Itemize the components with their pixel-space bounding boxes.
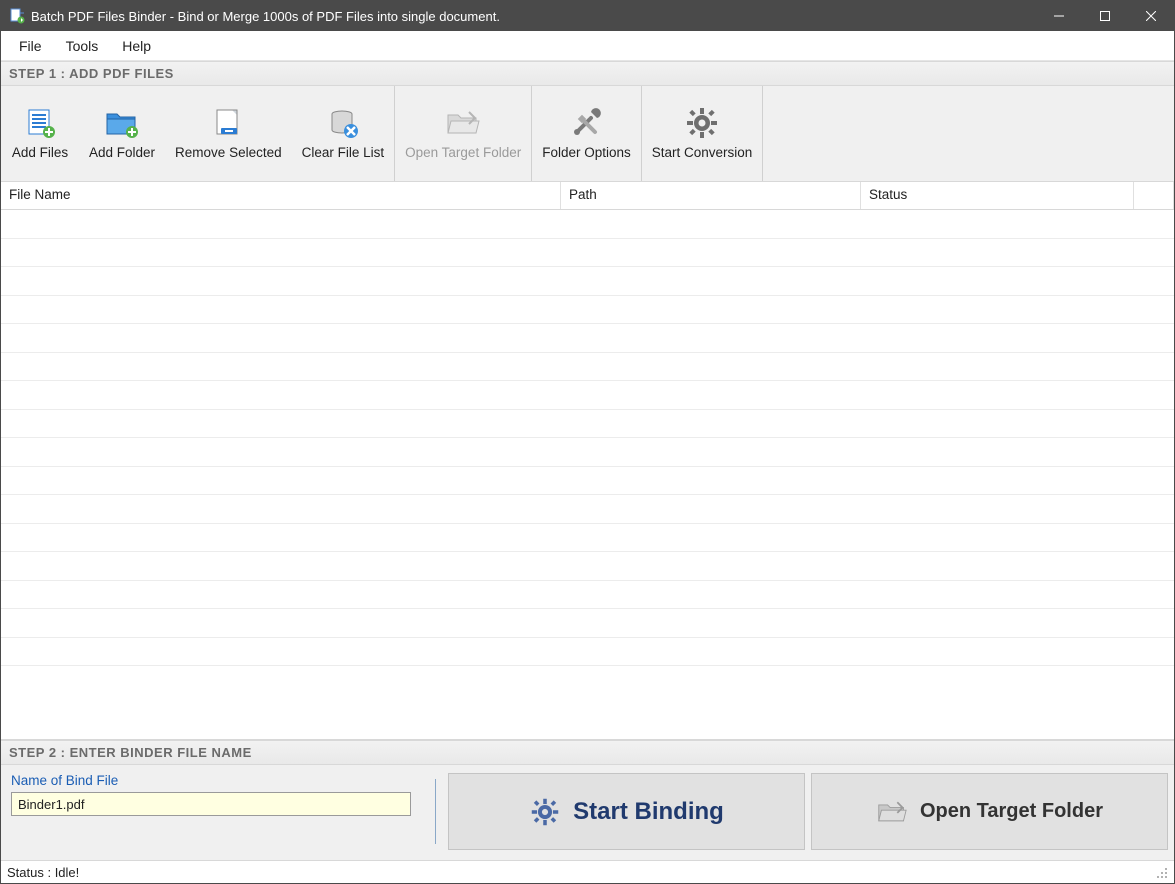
start-binding-label: Start Binding (573, 798, 724, 826)
step1-header: STEP 1 : ADD PDF FILES (1, 61, 1174, 86)
menubar: File Tools Help (1, 31, 1174, 61)
table-row (1, 410, 1174, 439)
toolbar-group-target: Open Target Folder (395, 86, 532, 181)
app-window: Batch PDF Files Binder - Bind or Merge 1… (0, 0, 1175, 884)
table-row (1, 353, 1174, 382)
bind-name-label: Name of Bind File (11, 773, 419, 788)
folder-options-label: Folder Options (542, 145, 631, 160)
table-row (1, 467, 1174, 496)
add-files-icon (22, 105, 58, 141)
open-target-folder-button[interactable]: Open Target Folder (395, 86, 531, 181)
table-row (1, 239, 1174, 268)
table-row (1, 296, 1174, 325)
table-row (1, 638, 1174, 667)
start-conversion-button[interactable]: Start Conversion (642, 86, 763, 181)
step2-header: STEP 2 : ENTER BINDER FILE NAME (1, 740, 1174, 765)
column-path[interactable]: Path (561, 182, 861, 209)
toolbar-group-options: Folder Options (532, 86, 642, 181)
minimize-icon (1054, 11, 1064, 21)
table-row (1, 609, 1174, 638)
open-folder-icon (445, 105, 481, 141)
open-target-folder-big-label: Open Target Folder (920, 800, 1103, 823)
tools-icon (568, 105, 604, 141)
step2-panel: Name of Bind File (1, 765, 1174, 861)
bind-name-box: Name of Bind File (7, 773, 423, 850)
titlebar: Batch PDF Files Binder - Bind or Merge 1… (1, 1, 1174, 31)
start-conversion-label: Start Conversion (652, 145, 753, 160)
table-row (1, 324, 1174, 353)
table-row (1, 210, 1174, 239)
open-folder-icon (876, 796, 908, 828)
add-folder-icon (104, 105, 140, 141)
folder-options-button[interactable]: Folder Options (532, 86, 641, 181)
window-title: Batch PDF Files Binder - Bind or Merge 1… (31, 9, 1036, 24)
table-row (1, 552, 1174, 581)
clear-file-list-label: Clear File List (302, 145, 385, 160)
remove-selected-label: Remove Selected (175, 145, 282, 160)
table-row (1, 581, 1174, 610)
table-row (1, 381, 1174, 410)
open-target-folder-label: Open Target Folder (405, 145, 521, 160)
column-status[interactable]: Status (861, 182, 1134, 209)
toolbar-group-file-ops: Add Files Add Folder (1, 86, 395, 181)
file-table: File Name Path Status (1, 182, 1174, 740)
add-folder-button[interactable]: Add Folder (79, 86, 165, 181)
open-target-folder-big-button[interactable]: Open Target Folder (811, 773, 1168, 850)
clear-file-list-button[interactable]: Clear File List (292, 86, 395, 181)
resize-grip-icon[interactable] (1154, 865, 1168, 879)
separator (435, 779, 436, 844)
bind-name-input[interactable] (11, 792, 411, 816)
add-files-label: Add Files (12, 145, 68, 160)
toolbar: Add Files Add Folder (1, 86, 1174, 182)
window-controls (1036, 1, 1174, 31)
gear-icon (529, 796, 561, 828)
table-row (1, 495, 1174, 524)
remove-selected-button[interactable]: Remove Selected (165, 86, 292, 181)
table-row (1, 267, 1174, 296)
menu-help[interactable]: Help (110, 34, 163, 58)
close-button[interactable] (1128, 1, 1174, 31)
maximize-button[interactable] (1082, 1, 1128, 31)
clear-file-list-icon (325, 105, 361, 141)
table-row (1, 438, 1174, 467)
status-text: Status : Idle! (7, 865, 79, 880)
gear-icon (684, 105, 720, 141)
toolbar-group-run: Start Conversion (642, 86, 764, 181)
remove-selected-icon (210, 105, 246, 141)
file-table-body[interactable] (1, 210, 1174, 739)
statusbar: Status : Idle! (1, 861, 1174, 883)
file-table-header: File Name Path Status (1, 182, 1174, 210)
add-files-button[interactable]: Add Files (1, 86, 79, 181)
column-filename[interactable]: File Name (1, 182, 561, 209)
column-spacer (1134, 182, 1174, 209)
menu-tools[interactable]: Tools (54, 34, 111, 58)
app-icon (9, 8, 25, 24)
menu-file[interactable]: File (7, 34, 54, 58)
maximize-icon (1100, 11, 1110, 21)
add-folder-label: Add Folder (89, 145, 155, 160)
close-icon (1146, 11, 1156, 21)
table-row (1, 524, 1174, 553)
start-binding-button[interactable]: Start Binding (448, 773, 805, 850)
minimize-button[interactable] (1036, 1, 1082, 31)
